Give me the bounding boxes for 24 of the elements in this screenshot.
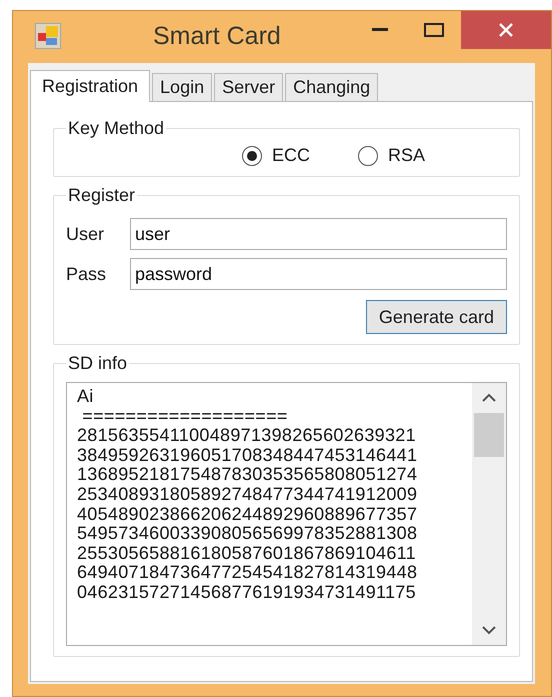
field-label: User bbox=[66, 224, 106, 244]
tab[interactable]: Changing bbox=[285, 73, 378, 101]
group-title: SD info bbox=[67, 353, 128, 374]
group-title: Register bbox=[67, 185, 136, 206]
input-field[interactable]: user bbox=[130, 218, 507, 250]
scroll-thumb[interactable] bbox=[474, 413, 504, 457]
scrollbar[interactable] bbox=[472, 383, 506, 645]
radio-option[interactable]: ECC bbox=[242, 145, 310, 166]
minimize-icon bbox=[372, 28, 388, 32]
output-text: Ai =================== 281563554110048971398265602639321 384959263196051708348447453146441 136895218175487830353565808051274 253408931805892748477344741912009 405489023866206244892960889677357 549573460033908056569978352881308 255305658816180587601867869104611 649407184736477254541827814319448 046231572714568776191934731491175 bbox=[76, 385, 418, 604]
tab[interactable]: Server bbox=[214, 73, 284, 101]
window-title: Smart Card bbox=[153, 22, 282, 50]
field-label: Pass bbox=[66, 264, 108, 284]
generate-card-button[interactable]: Generate card bbox=[366, 300, 507, 334]
group-title: Key Method bbox=[67, 118, 166, 139]
close-icon bbox=[498, 22, 514, 38]
app-icon bbox=[35, 23, 61, 49]
text-area[interactable] bbox=[66, 382, 507, 646]
input-field[interactable]: password bbox=[130, 258, 507, 290]
tab[interactable]: Registration bbox=[30, 70, 150, 102]
close-button[interactable] bbox=[461, 11, 551, 49]
maximize-icon bbox=[424, 23, 444, 37]
tab[interactable]: Login bbox=[152, 73, 212, 101]
radio-option[interactable]: RSA bbox=[358, 145, 426, 166]
